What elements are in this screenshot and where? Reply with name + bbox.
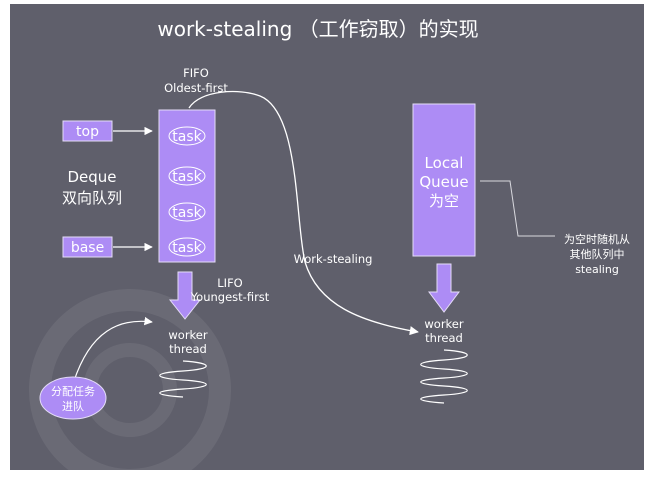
task-label: task — [172, 129, 202, 145]
diagram-canvas: work-stealing （工作窃取）的实现 FIFO Oldest-firs… — [10, 4, 644, 483]
deque-task-2: task — [168, 166, 206, 186]
base-pointer-label: base — [71, 240, 104, 256]
worker-thread-right-label: worker — [424, 317, 463, 331]
youngest-first-label: Youngest-first — [190, 290, 270, 304]
deque-task-1: task — [168, 126, 206, 146]
local-queue-label: Local — [425, 154, 464, 172]
task-label: task — [172, 169, 202, 185]
deque-chinese-label: 双向队列 — [62, 189, 122, 207]
worker-thread-left-label: worker — [168, 328, 207, 342]
fifo-label: FIFO — [183, 66, 209, 80]
lifo-label: LIFO — [217, 276, 242, 290]
deque-task-4: task — [168, 237, 206, 257]
enqueue-label: 分配任务 — [51, 385, 95, 398]
enqueue-label-2: 进队 — [62, 399, 84, 413]
steal-note-label: 为空时随机从 — [564, 232, 630, 246]
worker-thread-left-label-2: thread — [169, 342, 207, 356]
slide: work-stealing （工作窃取）的实现 FIFO Oldest-firs… — [0, 0, 653, 483]
worker-thread-right-label-2: thread — [425, 331, 463, 345]
task-label: task — [172, 240, 202, 256]
task-label: task — [172, 205, 202, 221]
steal-note-label-3: stealing — [575, 263, 619, 276]
work-stealing-label: Work-stealing — [294, 252, 373, 266]
steal-note-label-2: 其他队列中 — [570, 247, 625, 261]
top-pointer-label: top — [76, 124, 99, 140]
deque-label: Deque — [67, 168, 116, 186]
local-queue-label-2: Queue — [419, 173, 468, 191]
deque-task-3: task — [168, 202, 206, 222]
local-queue-empty-label: 为空 — [429, 192, 459, 210]
slide-title: work-stealing （工作窃取）的实现 — [157, 17, 478, 41]
